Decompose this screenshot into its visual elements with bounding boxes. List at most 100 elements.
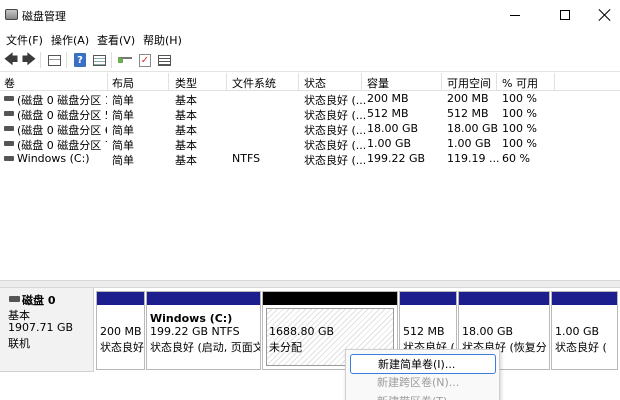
partition-7[interactable]: 1.00 GB 状态良好 ( [551, 291, 618, 370]
partition-size: 512 MB [403, 325, 445, 338]
disk-0-label[interactable]: 磁盘 0 基本 1907.71 GB 联机 [0, 288, 94, 372]
cell-percent-free: 100 % [502, 107, 537, 120]
cell-free-space: 200 MB [447, 92, 489, 105]
cell-layout: 简单 [112, 154, 134, 167]
column-header-status[interactable]: 状态 [304, 75, 326, 91]
toolbar: 🡄 🡆 ? ✓ [0, 48, 620, 72]
cell-capacity: 199.22 GB [367, 152, 426, 165]
partition-windows-c[interactable]: Windows (C:) 199.22 GB NTFS 状态良好 (启动, 页面… [146, 291, 261, 370]
list-view-button[interactable] [91, 52, 107, 68]
console-tree-button[interactable] [46, 52, 62, 68]
column-divider[interactable] [496, 73, 497, 91]
column-header-free-space[interactable]: 可用空间 [447, 75, 491, 91]
list-view-icon [92, 54, 106, 66]
cell-capacity: 18.00 GB [367, 122, 419, 135]
cell-free-space: 119.19 ... [447, 152, 500, 165]
connect-icon [118, 57, 132, 63]
menu-new-striped-volume[interactable]: 新建带区卷(T)... [350, 392, 496, 400]
pane-splitter[interactable] [0, 280, 620, 288]
volume-icon [4, 126, 14, 131]
partition-bar [552, 292, 617, 305]
console-tree-icon [47, 54, 61, 66]
cell-capacity: 1.00 GB [367, 137, 412, 150]
cell-volume: Windows (C:) [17, 152, 90, 165]
column-header-layout[interactable]: 布局 [112, 75, 134, 91]
column-divider[interactable] [168, 73, 169, 91]
cell-capacity: 200 MB [367, 92, 409, 105]
column-divider[interactable] [554, 73, 555, 91]
partition-bar [459, 292, 549, 305]
column-header-capacity[interactable]: 容量 [367, 75, 389, 91]
volume-icon [4, 111, 14, 116]
toolbar-separator [111, 52, 112, 68]
minimize-icon [510, 14, 520, 16]
close-icon [599, 9, 611, 21]
column-header-percent-free[interactable]: % 可用 [502, 75, 538, 91]
partition-status: 未分配 [269, 341, 302, 354]
back-button[interactable]: 🡄 [3, 52, 19, 68]
table-row[interactable]: (磁盘 0 磁盘分区 5) 简单 基本 状态良好 (... 512 MB 512… [0, 106, 620, 122]
cell-free-space: 1.00 GB [447, 137, 492, 150]
disk-icon [9, 296, 20, 302]
properties-button[interactable] [156, 52, 172, 68]
menu-action[interactable]: 操作(A) [51, 32, 89, 48]
table-row[interactable]: (磁盘 0 磁盘分区 7) 简单 基本 状态良好 (... 1.00 GB 1.… [0, 136, 620, 152]
minimize-button[interactable] [492, 0, 538, 30]
column-divider[interactable] [107, 73, 108, 91]
help-icon: ? [74, 53, 86, 67]
disk-name: 磁盘 0 [22, 294, 56, 307]
check-disk-button[interactable]: ✓ [137, 52, 153, 68]
partition-title: Windows (C:) [150, 312, 233, 325]
menu-new-simple-volume[interactable]: 新建简单卷(I)... [350, 354, 496, 374]
volume-icon [4, 141, 14, 146]
partition-bar [263, 292, 397, 305]
toolbar-separator [40, 52, 41, 68]
menu-help[interactable]: 帮助(H) [143, 32, 182, 48]
partition-size: 199.22 GB NTFS [150, 325, 240, 338]
cell-filesystem: NTFS [232, 152, 261, 165]
column-divider[interactable] [298, 73, 299, 91]
cell-type: 基本 [175, 154, 197, 167]
menu-view[interactable]: 查看(V) [97, 32, 135, 48]
partition-bar [147, 292, 260, 305]
properties-icon [157, 54, 171, 66]
menu-bar: 文件(F) 操作(A) 查看(V) 帮助(H) [0, 30, 620, 48]
partition-1[interactable]: 200 MB 状态良好 [96, 291, 145, 370]
table-row[interactable]: (磁盘 0 磁盘分区 1) 简单 基本 状态良好 (... 200 MB 200… [0, 91, 620, 107]
maximize-icon [560, 10, 570, 20]
disk-management-icon [5, 9, 18, 20]
partition-bar [97, 292, 144, 305]
cell-capacity: 512 MB [367, 107, 409, 120]
cell-percent-free: 100 % [502, 137, 537, 150]
volume-list-header: 卷 布局 类型 文件系统 状态 容量 可用空间 % 可用 [0, 73, 620, 91]
close-button[interactable] [582, 0, 620, 30]
forward-button[interactable]: 🡆 [21, 52, 37, 68]
column-header-type[interactable]: 类型 [175, 75, 197, 91]
column-divider[interactable] [441, 73, 442, 91]
cell-percent-free: 100 % [502, 122, 537, 135]
partition-size: 1.00 GB [555, 325, 600, 338]
volume-icon [4, 96, 14, 101]
table-row[interactable]: Windows (C:) 简单 基本 NTFS 状态良好 (... 199.22… [0, 151, 620, 167]
forward-arrow-icon: 🡆 [21, 52, 37, 68]
cell-free-space: 512 MB [447, 107, 489, 120]
menu-file[interactable]: 文件(F) [6, 32, 43, 48]
column-divider[interactable] [361, 73, 362, 91]
volume-icon [4, 156, 14, 161]
window-title: 磁盘管理 [22, 10, 66, 23]
column-divider[interactable] [226, 73, 227, 91]
table-row[interactable]: (磁盘 0 磁盘分区 6) 简单 基本 状态良好 (... 18.00 GB 1… [0, 121, 620, 137]
help-button[interactable]: ? [72, 52, 88, 68]
partition-status: 状态良好 [100, 341, 144, 354]
context-menu: 新建简单卷(I)... 新建跨区卷(N)... 新建带区卷(T)... [345, 349, 500, 400]
disk-status: 联机 [8, 337, 30, 350]
disk-graphical-view: 磁盘 0 基本 1907.71 GB 联机 200 MB 状态良好 Window… [0, 288, 620, 400]
cell-percent-free: 60 % [502, 152, 530, 165]
cell-free-space: 18.00 GB [447, 122, 499, 135]
toolbar-separator [66, 52, 67, 68]
connect-button[interactable] [117, 52, 133, 68]
partition-size: 1688.80 GB [269, 325, 335, 338]
menu-new-spanned-volume[interactable]: 新建跨区卷(N)... [350, 373, 496, 393]
column-header-volume[interactable]: 卷 [4, 75, 15, 91]
column-header-filesystem[interactable]: 文件系统 [232, 75, 276, 91]
